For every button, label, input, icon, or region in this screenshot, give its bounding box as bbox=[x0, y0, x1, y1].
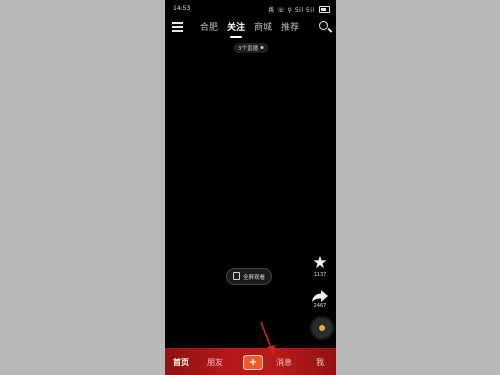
favorite-action[interactable]: ★ 1137 bbox=[309, 255, 331, 279]
status-bar: 14:53 奂 ☏ ⚲ 5il 5il bbox=[165, 0, 336, 16]
tab-hefei[interactable]: 合肥 bbox=[200, 20, 218, 33]
fullscreen-icon bbox=[233, 272, 240, 280]
nav-friends[interactable]: 朋友 bbox=[207, 357, 223, 368]
fullscreen-label: 全屏观看 bbox=[243, 275, 266, 281]
status-time: 14:53 bbox=[173, 5, 191, 12]
live-count-text: 3个直播 bbox=[238, 46, 258, 52]
share-count: 2467 bbox=[313, 303, 327, 309]
favorite-count: 1137 bbox=[313, 272, 327, 278]
top-nav: 合肥 关注 商城 推荐 bbox=[165, 18, 336, 38]
nav-home[interactable]: 首页 bbox=[173, 357, 189, 368]
tab-mall[interactable]: 商城 bbox=[254, 20, 272, 33]
share-action[interactable]: 2467 bbox=[309, 289, 331, 309]
battery-icon bbox=[319, 6, 330, 13]
live-count-badge[interactable]: 3个直播 bbox=[233, 43, 268, 53]
tab-recommended[interactable]: 推荐 bbox=[281, 20, 299, 33]
status-icons: 奂 ☏ ⚲ 5il 5il bbox=[268, 5, 330, 14]
tab-following[interactable]: 关注 bbox=[227, 20, 245, 38]
nav-me[interactable]: 我 bbox=[316, 357, 324, 368]
star-icon[interactable]: ★ bbox=[309, 255, 331, 272]
annotation-arrow-icon bbox=[260, 321, 275, 355]
menu-icon[interactable] bbox=[172, 22, 183, 32]
share-icon[interactable] bbox=[311, 289, 329, 303]
search-icon[interactable] bbox=[319, 21, 328, 30]
tab-bar: 合肥 关注 商城 推荐 bbox=[200, 20, 308, 38]
fullscreen-button[interactable]: 全屏观看 bbox=[226, 268, 273, 285]
nav-messages[interactable]: 消息 bbox=[276, 357, 292, 368]
status-icons-text: 奂 ☏ ⚲ 5il 5il bbox=[268, 7, 315, 14]
music-disc-icon[interactable] bbox=[312, 318, 332, 338]
dot-icon bbox=[260, 46, 263, 49]
